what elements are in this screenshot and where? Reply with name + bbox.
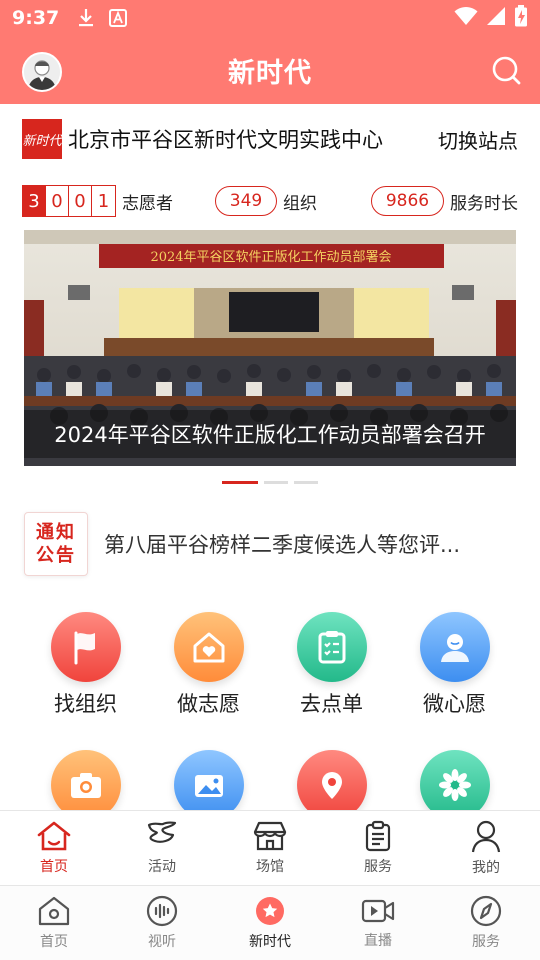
- status-right: [454, 5, 528, 31]
- font-a-icon: [109, 9, 128, 27]
- status-time: 9:37: [12, 7, 60, 29]
- grid-item-volunteer[interactable]: 做志愿: [147, 612, 270, 718]
- notice-tag-line2: 公告: [36, 545, 76, 566]
- user-icon: [471, 820, 501, 852]
- tab-label: 首页: [40, 934, 68, 950]
- tab-venue[interactable]: 场馆: [216, 811, 324, 884]
- carousel-indicator: [0, 481, 540, 484]
- star-circle-icon: [256, 897, 284, 925]
- tab-label: 服务: [472, 934, 500, 950]
- site-logo-text: 新时代: [22, 133, 62, 149]
- notice-text[interactable]: 第八届平谷榜样二季度候选人等您评...: [104, 529, 460, 559]
- section-tabbar: 首页 活动 场馆 服务 我的: [0, 810, 540, 884]
- tab-label: 场馆: [256, 858, 284, 875]
- site-name: 北京市平谷区新时代文明实践中心: [68, 128, 383, 152]
- app-header: 新时代: [0, 36, 540, 104]
- org-stat[interactable]: 349 组织: [215, 186, 317, 216]
- service-hours-stat[interactable]: 9866 服务时长: [371, 186, 518, 216]
- page-title: 新时代: [228, 57, 312, 89]
- home-outline-icon: [38, 896, 70, 926]
- grid-label: 去点单: [300, 692, 363, 716]
- tab-label: 首页: [40, 858, 68, 875]
- tab-label: 活动: [148, 858, 176, 875]
- app-screen: 9:37 新时代 新时代 北京市平谷区新时代文明实践中心 切换站点 3 0 0 …: [0, 0, 540, 960]
- volunteer-digit: 0: [46, 186, 69, 216]
- venue-icon: [253, 821, 287, 850]
- org-count-badge: 349: [215, 186, 277, 216]
- wifi-icon: [454, 6, 478, 30]
- service-hours-label: 服务时长: [450, 193, 518, 214]
- stats-row: 3 0 0 1 志愿者 349 组织 9866 服务时长: [22, 185, 518, 217]
- service-hours-badge: 9866: [371, 186, 444, 216]
- grid-label: 微心愿: [423, 692, 486, 716]
- banner-caption: 2024年平谷区软件正版化工作动员部署会召开: [24, 410, 516, 458]
- battery-charging-icon: [514, 5, 528, 31]
- tab-app-home[interactable]: 首页: [0, 886, 108, 960]
- volunteer-digit: 1: [92, 186, 115, 216]
- download-icon: [77, 8, 95, 28]
- site-logo: 新时代: [22, 119, 62, 159]
- tab-label: 新时代: [249, 934, 291, 950]
- compass-icon: [470, 895, 502, 927]
- banner-carousel[interactable]: 2024年平谷区软件正版化工作动员部署会 2024年平谷区软件正版化工作动员部署…: [24, 230, 516, 466]
- grid-item-find-org[interactable]: 找组织: [24, 612, 147, 718]
- audio-wave-icon: [146, 895, 178, 927]
- tab-app-live[interactable]: 直播: [324, 886, 432, 960]
- tab-activity[interactable]: 活动: [108, 811, 216, 884]
- home-icon: [37, 821, 71, 850]
- carousel-dot[interactable]: [264, 481, 288, 484]
- grid-item-order[interactable]: 去点单: [270, 612, 393, 718]
- notice-tag: 通知 公告: [24, 512, 88, 576]
- grid-label: 找组织: [54, 692, 117, 716]
- person-wish-icon: [419, 612, 490, 682]
- site-row: 新时代 北京市平谷区新时代文明实践中心 切换站点: [0, 116, 540, 162]
- service-clipboard-icon: [365, 820, 391, 851]
- tab-app-audio[interactable]: 视听: [108, 886, 216, 960]
- tab-app-newera[interactable]: 新时代: [216, 886, 324, 960]
- grid-item-wish[interactable]: 微心愿: [393, 612, 516, 718]
- carousel-dot[interactable]: [222, 481, 258, 484]
- search-icon[interactable]: [490, 54, 522, 86]
- volunteer-counter: 3 0 0 1: [22, 185, 116, 217]
- carousel-dot[interactable]: [294, 481, 318, 484]
- flag-icon: [50, 612, 121, 682]
- volunteer-stat[interactable]: 3 0 0 1 志愿者: [22, 185, 173, 217]
- notice-bar[interactable]: 通知 公告 第八届平谷榜样二季度候选人等您评...: [24, 512, 518, 576]
- clipboard-list-icon: [296, 612, 367, 682]
- tab-label: 我的: [472, 859, 500, 876]
- switch-site-button[interactable]: 切换站点: [438, 125, 518, 154]
- user-avatar-icon[interactable]: [22, 52, 62, 92]
- tab-label: 视听: [148, 934, 176, 950]
- banner-stage-text: 2024年平谷区软件正版化工作动员部署会: [150, 250, 391, 265]
- volunteer-digit: 0: [69, 186, 92, 216]
- org-label: 组织: [283, 193, 317, 214]
- tab-mine[interactable]: 我的: [432, 811, 540, 884]
- status-bar: 9:37: [0, 0, 540, 36]
- volunteer-digit: 3: [23, 186, 46, 216]
- tab-label: 服务: [364, 858, 392, 875]
- notice-tag-line1: 通知: [36, 522, 76, 543]
- tab-service[interactable]: 服务: [324, 811, 432, 884]
- volunteer-label: 志愿者: [122, 193, 173, 214]
- tab-label: 直播: [364, 933, 392, 949]
- video-live-icon: [361, 899, 395, 923]
- app-tabbar: 首页 视听 新时代 直播 服务: [0, 885, 540, 960]
- tab-app-service[interactable]: 服务: [432, 886, 540, 960]
- grid-label: 做志愿: [177, 692, 240, 716]
- tab-home[interactable]: 首页: [0, 811, 108, 884]
- signal-icon: [486, 6, 506, 30]
- heart-house-icon: [173, 612, 244, 682]
- activity-icon: [147, 820, 177, 843]
